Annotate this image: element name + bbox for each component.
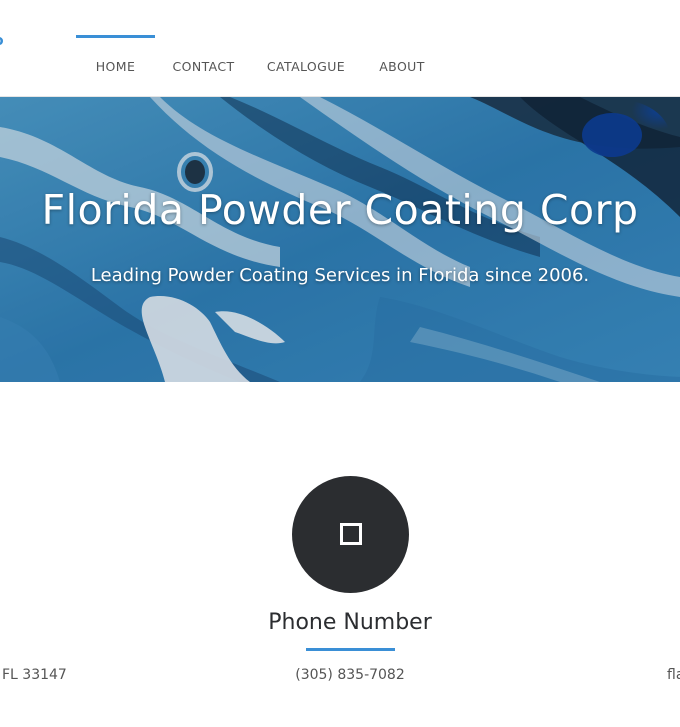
hero-banner: Florida Powder Coating Corp Leading Powd… bbox=[0, 97, 680, 382]
nav-item-about[interactable]: ABOUT bbox=[360, 35, 444, 96]
email-partial-text[interactable]: fla bbox=[667, 665, 680, 685]
phone-card-title: Phone Number bbox=[268, 610, 432, 635]
nav-item-home[interactable]: HOME bbox=[76, 35, 155, 96]
nav-item-contact[interactable]: CONTACT bbox=[155, 35, 252, 96]
phone-icon-circle bbox=[292, 476, 409, 593]
nav-item-catalogue[interactable]: CATALOGUE bbox=[252, 35, 360, 96]
phone-number-value[interactable]: (305) 835-7082 bbox=[0, 665, 680, 685]
nav-item-label: HOME bbox=[95, 59, 136, 74]
nav-item-label: CONTACT bbox=[172, 59, 235, 74]
main-nav: HOME CONTACT CATALOGUE ABOUT bbox=[76, 35, 444, 96]
page: o HOME CONTACT CATALOGUE ABOUT bbox=[0, 0, 680, 727]
nav-item-label: ABOUT bbox=[379, 59, 425, 74]
hero-title: Florida Powder Coating Corp bbox=[41, 186, 639, 234]
site-header: o HOME CONTACT CATALOGUE ABOUT bbox=[0, 0, 680, 97]
contact-info-section: Phone Number (305) 835-7082 FL 33147 fla bbox=[0, 382, 680, 727]
hero-subtitle: Leading Powder Coating Services in Flori… bbox=[90, 265, 590, 286]
hero-overlay bbox=[0, 97, 680, 382]
address-partial-text: FL 33147 bbox=[2, 667, 67, 683]
square-icon bbox=[340, 523, 362, 545]
logo[interactable]: o bbox=[0, 34, 6, 48]
title-underline bbox=[306, 648, 395, 651]
nav-item-label: CATALOGUE bbox=[266, 59, 346, 74]
